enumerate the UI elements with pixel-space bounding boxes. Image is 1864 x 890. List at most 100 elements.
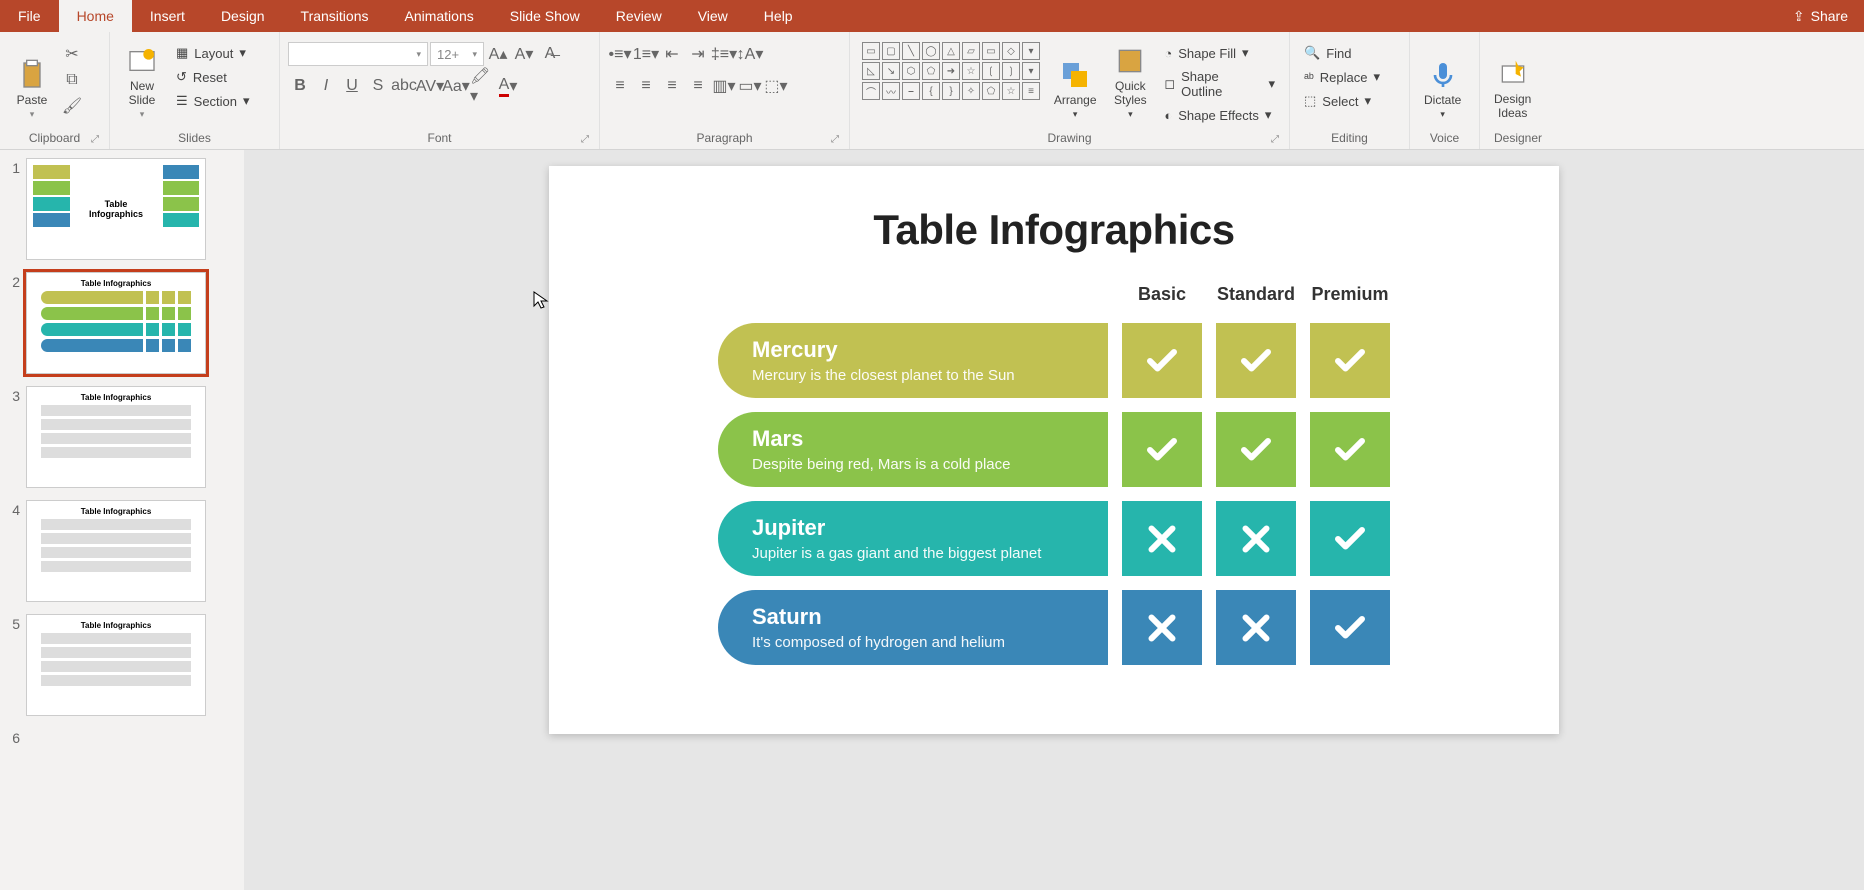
slide-thumbnail-3[interactable]: Table Infographics: [26, 386, 206, 488]
section-icon: ☰: [176, 93, 188, 109]
slide-thumbnail-2[interactable]: Table Infographics: [26, 272, 206, 374]
slide[interactable]: Table Infographics Basic Standard Premium M…: [549, 166, 1559, 734]
find-button[interactable]: 🔍Find: [1298, 42, 1386, 64]
shape-fill-button[interactable]: ◔Shape Fill ▾: [1158, 42, 1281, 64]
shadow-button[interactable]: abc: [392, 74, 416, 98]
slide-thumbnail-5[interactable]: Table Infographics: [26, 614, 206, 716]
highlight-button[interactable]: 🖍▾: [470, 74, 494, 98]
column-header-basic[interactable]: Basic: [1122, 284, 1202, 309]
cell-jupiter-premium[interactable]: [1310, 501, 1390, 576]
arrange-icon: [1059, 59, 1091, 91]
numbering-button[interactable]: 1≡▾: [634, 42, 658, 66]
font-color-button[interactable]: A▾: [496, 74, 520, 98]
section-button[interactable]: ☰Section ▾: [170, 90, 256, 112]
strike-button[interactable]: S: [366, 74, 390, 98]
replace-icon: ᵃᵇ: [1304, 70, 1314, 85]
cell-mercury-basic[interactable]: [1122, 323, 1202, 398]
case-button[interactable]: Aa▾: [444, 74, 468, 98]
cell-mercury-premium[interactable]: [1310, 323, 1390, 398]
share-button[interactable]: ⇪Share: [1777, 0, 1864, 32]
italic-button[interactable]: I: [314, 74, 338, 98]
copy-button[interactable]: ⧉: [60, 68, 84, 92]
design-ideas-button[interactable]: Design Ideas: [1488, 36, 1537, 124]
decrease-font-button[interactable]: A▾: [512, 42, 536, 66]
cell-jupiter-standard[interactable]: [1216, 501, 1296, 576]
slide-title[interactable]: Table Infographics: [609, 206, 1499, 254]
layout-button[interactable]: ▦Layout ▾: [170, 42, 256, 64]
column-header-premium[interactable]: Premium: [1310, 284, 1390, 309]
increase-font-button[interactable]: A▴: [486, 42, 510, 66]
shape-outline-button[interactable]: ◻Shape Outline ▾: [1158, 66, 1281, 102]
tab-review[interactable]: Review: [598, 0, 680, 32]
quick-styles-button[interactable]: Quick Styles▾: [1106, 36, 1154, 124]
row-mercury[interactable]: MercuryMercury is the closest planet to …: [718, 323, 1108, 398]
infographic-table[interactable]: Basic Standard Premium MercuryMercury is th…: [609, 284, 1499, 665]
tab-animations[interactable]: Animations: [386, 0, 491, 32]
new-slide-icon: [126, 45, 158, 77]
cell-saturn-basic[interactable]: [1122, 590, 1202, 665]
cut-button[interactable]: ✂: [60, 42, 84, 66]
tab-view[interactable]: View: [680, 0, 746, 32]
font-family-select[interactable]: ▾: [288, 42, 428, 66]
cell-mars-premium[interactable]: [1310, 412, 1390, 487]
tab-help[interactable]: Help: [746, 0, 811, 32]
bullets-button[interactable]: •≡▾: [608, 42, 632, 66]
text-direction-button[interactable]: ↕A▾: [738, 42, 762, 66]
arrange-button[interactable]: Arrange▾: [1048, 36, 1102, 124]
paste-button[interactable]: Paste ▾: [8, 36, 56, 124]
underline-button[interactable]: U: [340, 74, 364, 98]
smartart-button[interactable]: ⬚▾: [764, 74, 788, 98]
row-mars[interactable]: MarsDespite being red, Mars is a cold pl…: [718, 412, 1108, 487]
clipboard-launcher[interactable]: ⤢: [91, 134, 99, 145]
cell-saturn-standard[interactable]: [1216, 590, 1296, 665]
tab-insert[interactable]: Insert: [132, 0, 203, 32]
select-button[interactable]: ⬚Select ▾: [1298, 90, 1386, 112]
ribbon: Paste ▾ ✂ ⧉ 🖌 Clipboard⤢ New Slide ▾ ▦La…: [0, 32, 1864, 150]
shape-effects-button[interactable]: ◐Shape Effects ▾: [1158, 104, 1281, 126]
format-painter-button[interactable]: 🖌: [60, 94, 84, 118]
slide-canvas-area[interactable]: Table Infographics Basic Standard Premium M…: [244, 150, 1864, 890]
line-spacing-button[interactable]: ‡≡▾: [712, 42, 736, 66]
paragraph-launcher[interactable]: ⤢: [831, 134, 839, 145]
cell-saturn-premium[interactable]: [1310, 590, 1390, 665]
cell-mars-basic[interactable]: [1122, 412, 1202, 487]
font-size-select[interactable]: 12+▾: [430, 42, 484, 66]
spacing-button[interactable]: AV▾: [418, 74, 442, 98]
layout-icon: ▦: [176, 45, 188, 61]
decrease-indent-button[interactable]: ⇤: [660, 42, 684, 66]
new-slide-button[interactable]: New Slide ▾: [118, 36, 166, 124]
columns-button[interactable]: ▥▾: [712, 74, 736, 98]
justify-button[interactable]: ≡: [686, 74, 710, 98]
tab-home[interactable]: Home: [59, 0, 132, 32]
align-right-button[interactable]: ≡: [660, 74, 684, 98]
tab-design[interactable]: Design: [203, 0, 283, 32]
dictate-button[interactable]: Dictate▾: [1418, 36, 1467, 124]
font-launcher[interactable]: ⤢: [581, 134, 589, 145]
row-saturn[interactable]: SaturnIt's composed of hydrogen and heli…: [718, 590, 1108, 665]
bold-button[interactable]: B: [288, 74, 312, 98]
replace-button[interactable]: ᵃᵇReplace ▾: [1298, 66, 1386, 88]
cell-jupiter-basic[interactable]: [1122, 501, 1202, 576]
quick-styles-icon: [1114, 45, 1146, 77]
shapes-gallery[interactable]: ▭▢╲◯△▱▭◇▾ ◺↘⬡⬠➜☆❲❳▾ ⌒〰⎯{}✧⬠☆≡: [862, 42, 1040, 100]
share-icon: ⇪: [1793, 8, 1805, 25]
slide-thumbnails-panel[interactable]: 1TableInfographics2Table Infographics3Ta…: [0, 150, 244, 890]
thumb-number: 3: [4, 386, 20, 488]
clear-format-button[interactable]: A̶: [538, 42, 562, 66]
tab-transitions[interactable]: Transitions: [283, 0, 387, 32]
drawing-launcher[interactable]: ⤢: [1271, 134, 1279, 145]
align-text-button[interactable]: ▭▾: [738, 74, 762, 98]
align-left-button[interactable]: ≡: [608, 74, 632, 98]
reset-button[interactable]: ↺Reset: [170, 66, 256, 88]
cell-mercury-standard[interactable]: [1216, 323, 1296, 398]
row-jupiter[interactable]: JupiterJupiter is a gas giant and the bi…: [718, 501, 1108, 576]
cell-mars-standard[interactable]: [1216, 412, 1296, 487]
align-center-button[interactable]: ≡: [634, 74, 658, 98]
slide-thumbnail-4[interactable]: Table Infographics: [26, 500, 206, 602]
slide-thumbnail-1[interactable]: TableInfographics: [26, 158, 206, 260]
tab-slide-show[interactable]: Slide Show: [492, 0, 598, 32]
column-header-standard[interactable]: Standard: [1216, 284, 1296, 309]
increase-indent-button[interactable]: ⇥: [686, 42, 710, 66]
ribbon-tabs: FileHomeInsertDesignTransitionsAnimation…: [0, 0, 1864, 32]
tab-file[interactable]: File: [0, 0, 59, 32]
